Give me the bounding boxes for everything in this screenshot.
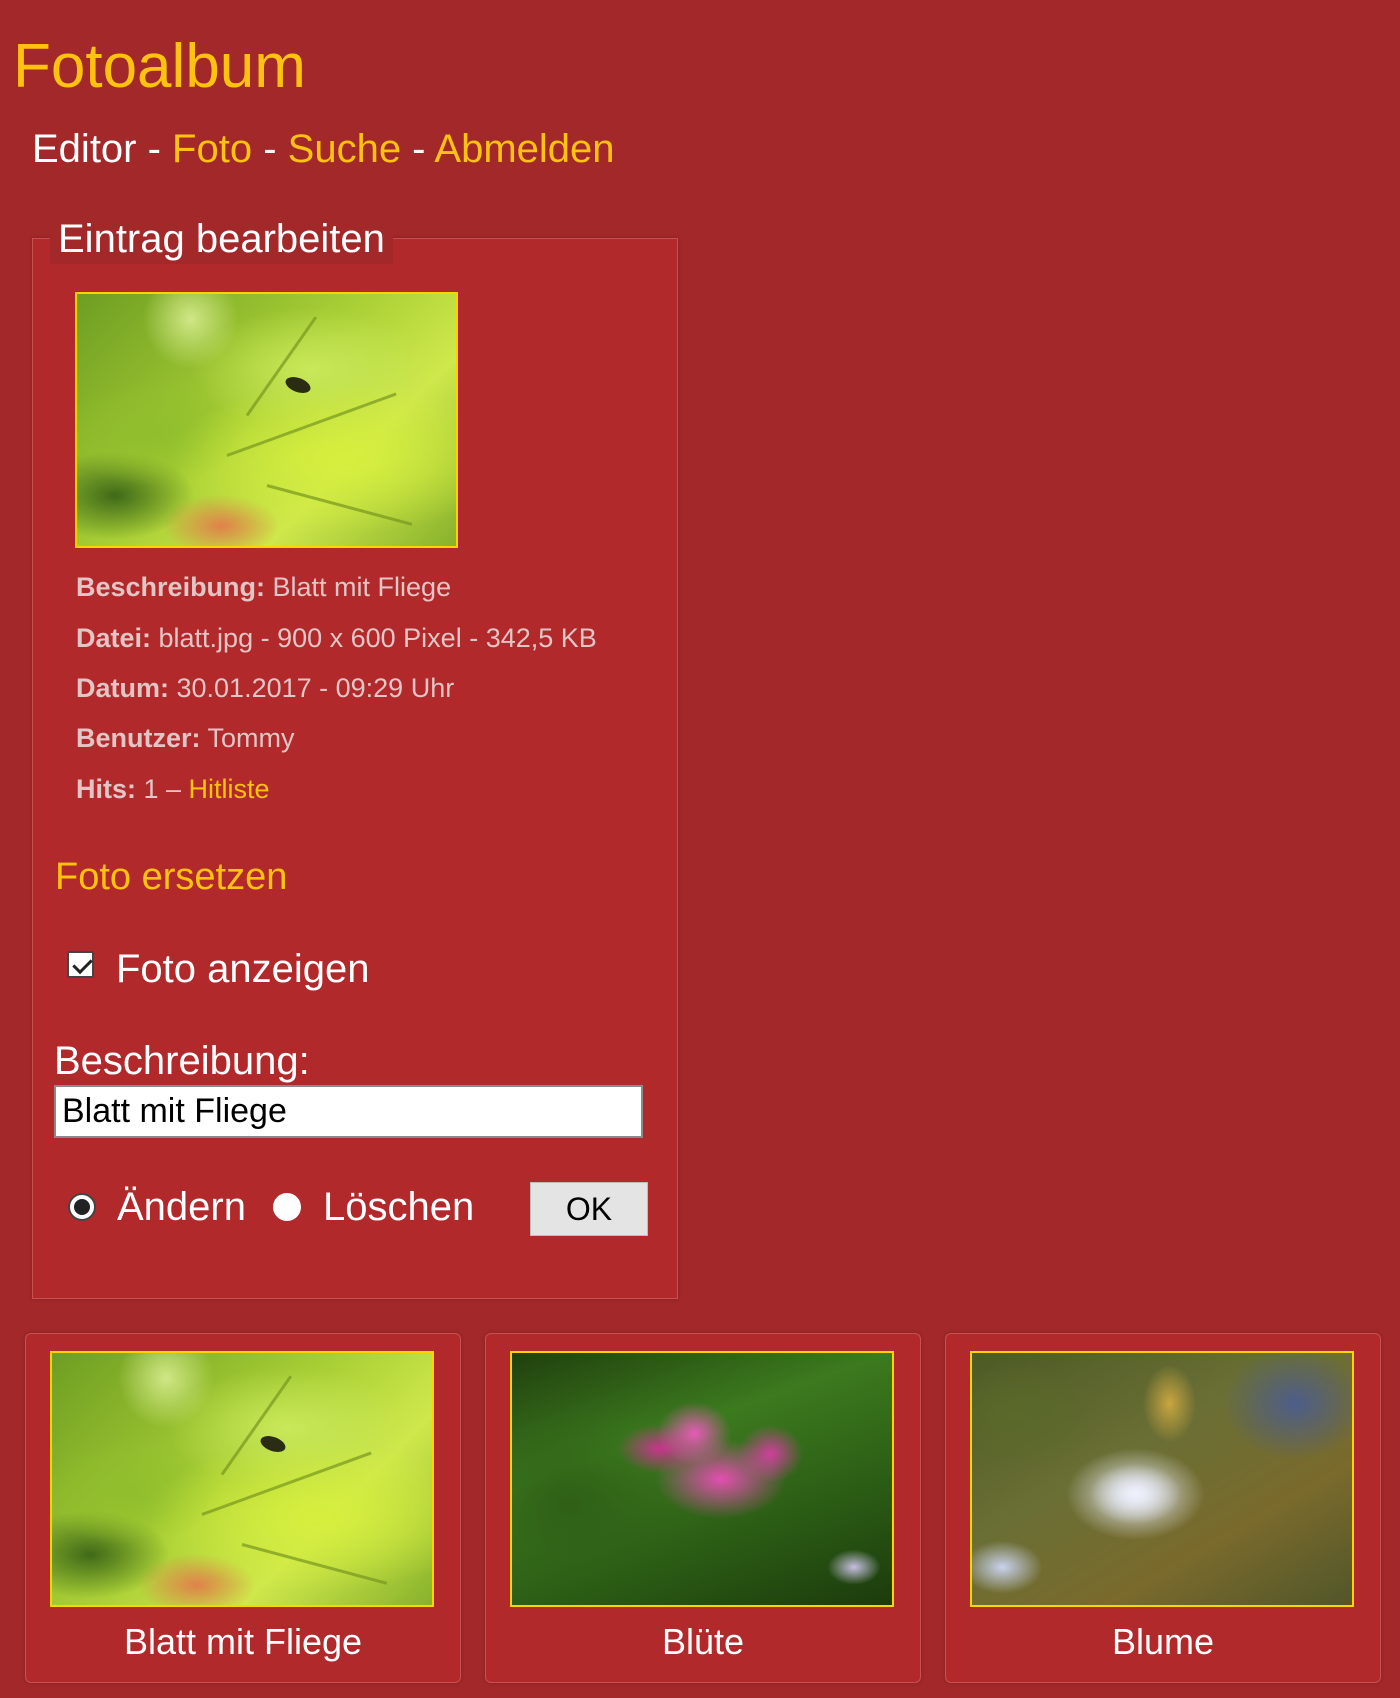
info-label: Datum: <box>76 673 169 703</box>
nav-link-abmelden[interactable]: Abmelden <box>434 127 614 171</box>
info-date: Datum: 30.01.2017 - 09:29 Uhr <box>76 670 454 706</box>
info-value: 1 – <box>136 774 189 804</box>
ok-button[interactable]: OK <box>530 1182 648 1236</box>
gallery-caption: Blume <box>1111 1621 1215 1662</box>
info-hits: Hits: 1 – Hitliste <box>76 771 270 807</box>
nav-separator: - <box>136 127 173 171</box>
nav-link-suche[interactable]: Suche <box>288 127 401 171</box>
gallery-card-blatt[interactable]: Blatt mit Fliege <box>25 1333 461 1683</box>
replace-photo-link[interactable]: Foto ersetzen <box>55 853 287 901</box>
hitlist-link[interactable]: Hitliste <box>189 774 270 804</box>
pink-blossom-photo <box>510 1351 894 1607</box>
main-nav: Editor - Foto - Suche - Abmelden <box>32 122 615 176</box>
info-value: Blatt mit Fliege <box>265 572 452 602</box>
info-label: Beschreibung: <box>76 572 266 602</box>
info-value: 30.01.2017 - 09:29 Uhr <box>169 673 455 703</box>
info-file: Datei: blatt.jpg - 900 x 600 Pixel - 342… <box>76 620 597 656</box>
description-input[interactable] <box>54 1085 643 1138</box>
gallery-card-bluete[interactable]: Blüte <box>485 1333 921 1683</box>
nav-separator: - <box>401 127 435 171</box>
show-photo-label[interactable]: Foto anzeigen <box>116 944 370 994</box>
gallery-caption: Blatt mit Fliege <box>123 1621 363 1662</box>
info-label: Hits: <box>76 774 136 804</box>
radio-loeschen[interactable] <box>273 1193 301 1221</box>
radio-aendern[interactable] <box>68 1193 96 1221</box>
gallery-caption: Blüte <box>661 1621 745 1662</box>
radio-label-loeschen[interactable]: Löschen <box>323 1182 474 1232</box>
leaf-with-fly-photo <box>75 292 458 548</box>
info-user: Benutzer: Tommy <box>76 720 295 756</box>
leaf-with-fly-photo <box>50 1351 434 1607</box>
show-photo-checkbox[interactable] <box>67 951 94 978</box>
gallery-card-blume[interactable]: Blume <box>945 1333 1381 1683</box>
radio-label-aendern[interactable]: Ändern <box>117 1182 246 1232</box>
nav-link-foto[interactable]: Foto <box>172 127 252 171</box>
nav-separator: - <box>252 127 288 171</box>
white-flower-photo <box>970 1351 1354 1607</box>
radio-selected-dot <box>74 1199 90 1215</box>
panel-legend: Eintrag bearbeiten <box>50 214 393 264</box>
description-label: Beschreibung: <box>54 1039 310 1083</box>
nav-item-editor: Editor <box>32 127 137 171</box>
site-title: Fotoalbum <box>13 32 306 101</box>
info-description: Beschreibung: Blatt mit Fliege <box>76 569 451 605</box>
info-label: Datei: <box>76 623 152 653</box>
info-label: Benutzer: <box>76 723 201 753</box>
info-value: blatt.jpg - 900 x 600 Pixel - 342,5 KB <box>151 623 597 653</box>
info-value: Tommy <box>200 723 295 753</box>
checkmark-icon <box>72 953 93 975</box>
